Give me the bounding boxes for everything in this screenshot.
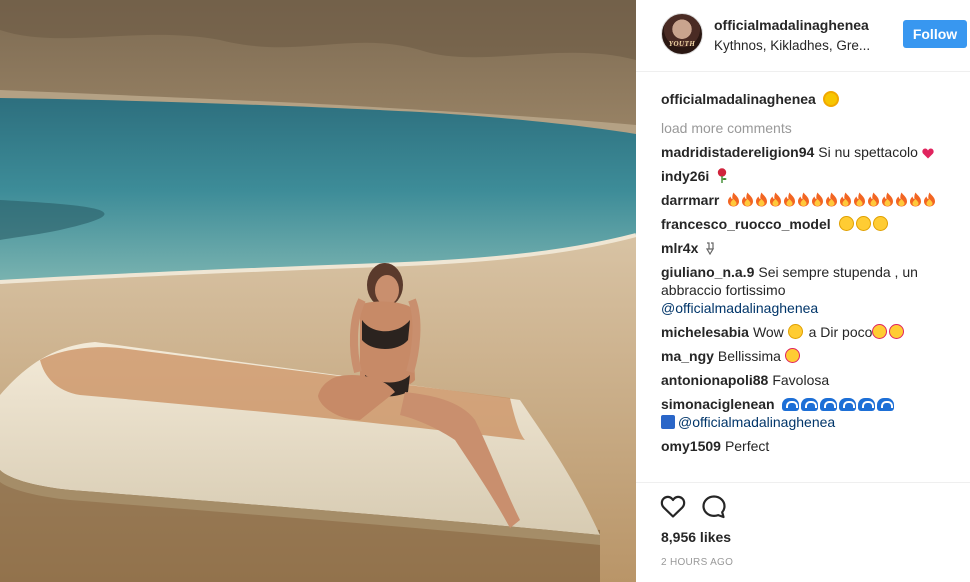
speech-bubble-icon[interactable] bbox=[701, 494, 727, 520]
comment-item: francesco_ruocco_model bbox=[661, 212, 946, 236]
avatar[interactable]: YOUTH bbox=[661, 13, 703, 55]
fire-emoji-icon bbox=[826, 192, 838, 207]
fire-emoji-icon bbox=[840, 192, 852, 207]
sun-emoji-icon bbox=[822, 91, 839, 107]
comment-text: Perfect bbox=[724, 438, 770, 454]
post-actions-bar: 8,956 likes 2 HOURS AGO bbox=[636, 482, 970, 582]
wave-emoji-icon bbox=[820, 398, 838, 411]
comment-mention-link[interactable]: @officialmadalinaghenea bbox=[661, 300, 818, 316]
comment-item: michelesabia Wow a Dir poco bbox=[661, 320, 946, 344]
comment-username[interactable]: giuliano_n.a.9 bbox=[661, 264, 754, 280]
comment-item: simonaciglenean @officialmadalinaghenea bbox=[661, 392, 946, 434]
header-username[interactable]: officialmadalinaghenea bbox=[714, 17, 869, 33]
fire-emoji-icon bbox=[812, 192, 824, 207]
likes-count[interactable]: 8,956 likes bbox=[661, 529, 731, 545]
fire-emoji-icon bbox=[728, 192, 740, 207]
header-location[interactable]: Kythnos, Kikladhes, Gre... bbox=[714, 38, 870, 53]
comment-username[interactable]: simonaciglenean bbox=[661, 396, 775, 412]
comment-item: ma_ngy Bellissima bbox=[661, 344, 946, 368]
fire-emoji-row bbox=[727, 192, 937, 208]
comment-text-continued: a Dir poco bbox=[808, 324, 873, 340]
comment-item: omy1509 Perfect bbox=[661, 434, 946, 458]
wave-emoji-icon bbox=[839, 398, 857, 411]
comment-item: indy26i bbox=[661, 164, 946, 188]
comment-username[interactable]: ma_ngy bbox=[661, 348, 714, 364]
post-timestamp[interactable]: 2 HOURS AGO bbox=[661, 557, 733, 568]
pin-emoji-icon bbox=[706, 242, 715, 255]
follow-button[interactable]: Follow bbox=[903, 20, 967, 48]
heart-eyes-emoji-icon bbox=[889, 324, 905, 339]
fire-emoji-icon bbox=[798, 192, 810, 207]
smiley-emoji-icon bbox=[855, 216, 871, 231]
smiley-emoji-icon bbox=[872, 216, 888, 231]
load-more-comments-link[interactable]: load more comments bbox=[661, 116, 946, 140]
wave-emoji-icon bbox=[801, 398, 819, 411]
wave-emoji-icon bbox=[858, 398, 876, 411]
comment-username[interactable]: darrmarr bbox=[661, 192, 719, 208]
fire-emoji-icon bbox=[784, 192, 796, 207]
comment-item: giuliano_n.a.9 Sei sempre stupenda , un a… bbox=[661, 260, 946, 320]
comment-username[interactable]: omy1509 bbox=[661, 438, 721, 454]
comment-username[interactable]: michelesabia bbox=[661, 324, 749, 340]
fire-emoji-icon bbox=[910, 192, 922, 207]
post-photo[interactable] bbox=[0, 0, 636, 582]
avatar-text: YOUTH bbox=[668, 40, 696, 48]
heart-eyes-emoji-icon bbox=[784, 348, 800, 363]
fire-emoji-icon bbox=[854, 192, 866, 207]
comments-list: officialmadalinaghenea load more comment… bbox=[661, 88, 946, 482]
comment-text: Wow bbox=[752, 324, 784, 340]
fire-emoji-icon bbox=[882, 192, 894, 207]
fire-emoji-icon bbox=[896, 192, 908, 207]
comment-item: antonionapoli88 Favolosa bbox=[661, 368, 946, 392]
comment-username[interactable]: mlr4x bbox=[661, 240, 698, 256]
heart-outline-icon[interactable] bbox=[660, 495, 686, 519]
comment-username[interactable]: antonionapoli88 bbox=[661, 372, 768, 388]
comment-text: Favolosa bbox=[772, 372, 830, 388]
post-caption: officialmadalinaghenea bbox=[661, 88, 946, 110]
comment-text: Si nu spettacolo bbox=[818, 144, 918, 160]
comment-item: madridistadereligion94 Si nu spettacolo bbox=[661, 140, 946, 164]
rose-emoji-icon bbox=[717, 168, 727, 183]
comment-username[interactable]: madridistadereligion94 bbox=[661, 144, 814, 160]
beach-photo-image bbox=[0, 0, 636, 582]
wave-emoji-icon bbox=[877, 398, 895, 411]
comment-text: Bellissima bbox=[717, 348, 781, 364]
comment-username[interactable]: francesco_ruocco_model bbox=[661, 216, 831, 232]
top-arrow-emoji-icon bbox=[661, 415, 675, 429]
post-side-panel: YOUTH officialmadalinaghenea Kythnos, Ki… bbox=[636, 0, 970, 582]
fire-emoji-icon bbox=[924, 192, 936, 207]
comment-item: darrmarr bbox=[661, 188, 946, 212]
heart-emoji-icon bbox=[922, 148, 934, 159]
post-header: YOUTH officialmadalinaghenea Kythnos, Ki… bbox=[636, 0, 970, 72]
heart-eyes-emoji-icon bbox=[872, 324, 888, 339]
fire-emoji-icon bbox=[868, 192, 880, 207]
smiley-emoji-icon bbox=[838, 216, 854, 231]
comment-item: mlr4x bbox=[661, 236, 946, 260]
open-mouth-emoji-icon bbox=[787, 324, 803, 339]
fire-emoji-icon bbox=[770, 192, 782, 207]
comment-username[interactable]: indy26i bbox=[661, 168, 709, 184]
fire-emoji-icon bbox=[756, 192, 768, 207]
wave-emoji-icon bbox=[782, 398, 800, 411]
caption-username[interactable]: officialmadalinaghenea bbox=[661, 91, 816, 107]
fire-emoji-icon bbox=[742, 192, 754, 207]
comment-mention-link[interactable]: @officialmadalinaghenea bbox=[678, 414, 835, 430]
